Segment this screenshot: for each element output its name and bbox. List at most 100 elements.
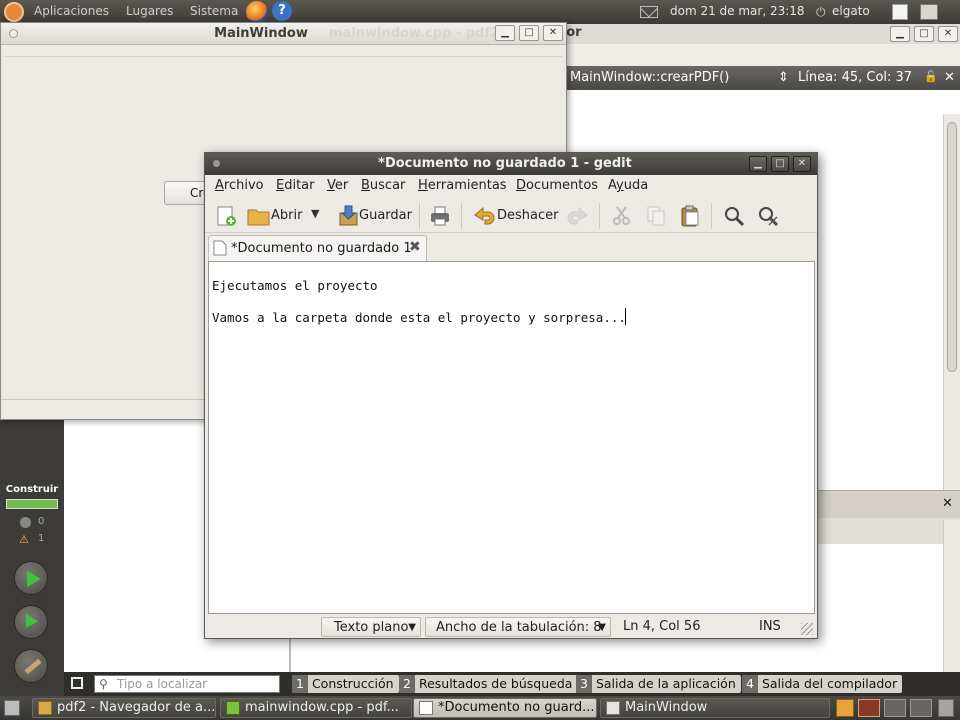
- toolbar-separator: [599, 203, 600, 229]
- output-tab-app-output[interactable]: 3 Salida de la aplicación: [576, 675, 741, 693]
- printer-icon: [431, 206, 449, 226]
- debug-icon: [26, 614, 38, 628]
- paste-button[interactable]: [679, 205, 701, 227]
- workspace-3[interactable]: [884, 699, 906, 717]
- menu-editar[interactable]: Editar: [276, 178, 315, 193]
- power-icon[interactable]: ⏻: [816, 5, 826, 20]
- debug-button[interactable]: [14, 605, 48, 639]
- function-combo[interactable]: MainWindow::crearPDF(): [570, 70, 729, 85]
- undo-icon: [474, 206, 495, 225]
- ide-close-button[interactable]: ✕: [938, 26, 958, 42]
- mainwindow-minimize-button[interactable]: ▁: [495, 25, 515, 41]
- build-button[interactable]: [14, 649, 48, 683]
- folder-open-icon: [247, 209, 270, 226]
- output-scrollbar[interactable]: [943, 520, 960, 696]
- replace-button[interactable]: [757, 205, 779, 227]
- output-tab-search-results[interactable]: 2 Resultados de búsqueda: [399, 675, 578, 693]
- mainwindow-close-button[interactable]: ✕: [543, 25, 563, 41]
- editor-close-icon[interactable]: ✕: [944, 70, 955, 85]
- undo-button[interactable]: Deshacer: [473, 205, 565, 227]
- mail-icon[interactable]: [640, 6, 658, 18]
- scrollbar-thumb[interactable]: [947, 122, 957, 372]
- tab-label: *Documento no guardado 1: [231, 241, 412, 256]
- open-recent-chevron-down-icon[interactable]: ▼: [311, 207, 319, 220]
- output-tab-build[interactable]: 1 Construcción: [292, 675, 399, 693]
- help-icon[interactable]: ?: [272, 1, 292, 21]
- run-button[interactable]: [14, 561, 48, 595]
- taskbar: pdf2 - Navegador de a... mainwindow.cpp …: [0, 696, 960, 720]
- menu-documentos[interactable]: Documentos: [516, 178, 598, 193]
- insert-mode-status: INS: [759, 619, 781, 634]
- menu-buscar[interactable]: Buscar: [361, 178, 405, 193]
- find-button[interactable]: [723, 205, 745, 227]
- tab-close-icon[interactable]: ✖: [409, 239, 421, 255]
- user-name[interactable]: elgato: [832, 4, 870, 18]
- workspace-2[interactable]: [858, 699, 880, 717]
- task-file-browser[interactable]: pdf2 - Navegador de a...: [32, 698, 216, 718]
- lock-icon: 🔓: [924, 70, 938, 83]
- toolbar-separator: [461, 203, 462, 229]
- trash-icon[interactable]: [938, 699, 954, 717]
- text-line: Ejecutamos el proyecto: [212, 278, 378, 293]
- mainwindow-title: MainWindow: [214, 26, 308, 41]
- locate-input[interactable]: Tipo a localizar: [94, 675, 280, 693]
- print-button[interactable]: [429, 205, 451, 227]
- ubuntu-logo-icon[interactable]: [4, 2, 24, 22]
- ide-titlebar: tor ▁ □ ✕: [560, 24, 960, 44]
- show-desktop-icon[interactable]: [4, 700, 20, 716]
- workspace-4[interactable]: [910, 699, 932, 717]
- text-editor-area[interactable]: Ejecutamos el proyecto Vamos a la carpet…: [208, 261, 815, 614]
- new-document-button[interactable]: [215, 205, 237, 227]
- menu-lugares[interactable]: Lugares: [126, 4, 173, 18]
- output-close-icon[interactable]: ✕: [942, 496, 953, 511]
- clock[interactable]: dom 21 de mar, 23:18: [670, 4, 805, 18]
- menu-aplicaciones[interactable]: Aplicaciones: [34, 4, 109, 18]
- gedit-titlebar[interactable]: *Documento no guardado 1 - gedit ▁ □ ✕: [205, 153, 817, 175]
- error-count: 0: [38, 516, 45, 527]
- gedit-minimize-button[interactable]: ▁: [749, 156, 767, 172]
- gedit-menubar: Archivo Editar Ver Buscar Herramientas D…: [205, 175, 817, 197]
- paste-icon: [681, 205, 699, 227]
- tab-documento-no-guardado[interactable]: *Documento no guardado 1 ✖: [208, 235, 427, 261]
- gedit-maximize-button[interactable]: □: [771, 156, 789, 172]
- redo-button[interactable]: [567, 205, 589, 227]
- save-button[interactable]: Guardar: [337, 205, 415, 227]
- output-pane-toolbar: [818, 518, 960, 544]
- redo-icon: [567, 206, 588, 225]
- scissors-icon: [613, 206, 630, 225]
- menu-ayuda[interactable]: Ayuda: [608, 178, 648, 193]
- resize-grip-icon[interactable]: [801, 623, 813, 635]
- warning-count: 1: [38, 533, 45, 544]
- task-qt-creator[interactable]: mainwindow.cpp - pdf...: [220, 698, 412, 718]
- cut-button[interactable]: [611, 205, 633, 227]
- task-mainwindow[interactable]: MainWindow: [600, 698, 830, 718]
- copy-button[interactable]: [645, 205, 667, 227]
- menu-ver[interactable]: Ver: [327, 178, 348, 193]
- menu-archivo[interactable]: Archivo: [215, 178, 264, 193]
- menu-herramientas[interactable]: Herramientas: [418, 178, 507, 193]
- tab-width-selector[interactable]: Ancho de la tabulación: 8 ▼: [425, 617, 611, 637]
- ide-maximize-button[interactable]: □: [914, 26, 934, 42]
- task-gedit[interactable]: *Documento no guard...: [413, 698, 597, 718]
- ide-scrollbar[interactable]: [943, 114, 960, 490]
- mainwindow-maximize-button[interactable]: □: [519, 25, 539, 41]
- top-panel: Aplicaciones Lugares Sistema ? dom 21 de…: [0, 0, 960, 24]
- sidebar-toggle-icon[interactable]: [71, 677, 83, 689]
- mainwindow-titlebar[interactable]: mainwindow.cpp - pdf2 MainWindow ▁ □ ✕: [1, 23, 566, 45]
- gedit-close-button[interactable]: ✕: [793, 156, 811, 172]
- show-desktop-icon[interactable]: [892, 4, 908, 20]
- search-icon: [725, 207, 745, 227]
- function-combo-arrow-icon[interactable]: ⇕: [778, 70, 789, 85]
- cursor-position-status: Ln 4, Col 56: [623, 619, 701, 634]
- workspace-switcher[interactable]: [920, 4, 938, 20]
- warning-icon: ⚠: [19, 533, 29, 546]
- firefox-icon[interactable]: [246, 1, 268, 23]
- ide-minimize-button[interactable]: ▁: [890, 26, 910, 42]
- workspace-1[interactable]: [836, 699, 854, 717]
- cursor-position: Línea: 45, Col: 37: [798, 70, 913, 85]
- open-button[interactable]: Abrir: [247, 205, 335, 227]
- hammer-icon: [24, 658, 42, 675]
- output-tab-compiler-output[interactable]: 4 Salida del compilador: [742, 675, 903, 693]
- menu-sistema[interactable]: Sistema: [190, 4, 238, 18]
- language-selector[interactable]: Texto plano ▼: [321, 617, 421, 637]
